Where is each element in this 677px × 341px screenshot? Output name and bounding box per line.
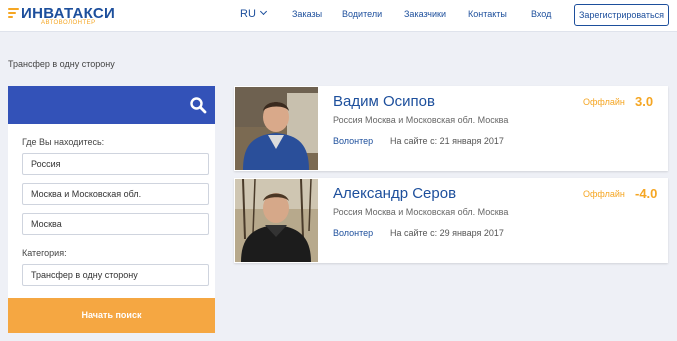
search-bar — [8, 86, 215, 124]
nav-customers[interactable]: Заказчики — [404, 9, 446, 19]
driver-photo[interactable] — [235, 179, 318, 262]
driver-role: Волонтер — [333, 228, 374, 238]
region-field[interactable]: Москва и Московская обл. — [22, 183, 209, 205]
nav-contacts[interactable]: Контакты — [468, 9, 507, 19]
member-since: На сайте с: 21 января 2017 — [390, 136, 504, 146]
logo-subtitle: АВТОВОЛОНТЕР — [41, 20, 96, 26]
online-status: Оффлайн — [583, 97, 625, 107]
category-label: Категория: — [22, 248, 67, 258]
driver-card[interactable]: Вадим Осипов Оффлайн 3.0 Россия Москва и… — [234, 86, 668, 171]
driver-photo[interactable] — [235, 87, 318, 170]
driver-card[interactable]: Александр Серов Оффлайн -4.0 Россия Моск… — [234, 178, 668, 263]
search-sidebar: Где Вы находитесь: Россия Москва и Моско… — [8, 86, 215, 333]
language-selector[interactable]: RU — [240, 7, 267, 20]
driver-location: Россия Москва и Московская обл. Москва — [333, 207, 509, 217]
nav-orders[interactable]: Заказы — [292, 9, 322, 19]
nav-login[interactable]: Вход — [531, 9, 551, 19]
driver-rating: -4.0 — [635, 186, 658, 201]
category-select[interactable]: Трансфер в одну сторону — [22, 264, 209, 286]
site-logo[interactable]: ИНВАТАКСИ АВТОВОЛОНТЕР — [8, 3, 128, 27]
language-code: RU — [240, 8, 256, 20]
nav-drivers[interactable]: Водители — [342, 9, 382, 19]
search-icon[interactable] — [189, 96, 207, 114]
driver-location: Россия Москва и Московская обл. Москва — [333, 115, 509, 125]
driver-role: Волонтер — [333, 136, 374, 146]
logo-stripes-icon — [8, 8, 19, 20]
site-header: ИНВАТАКСИ АВТОВОЛОНТЕР RU Заказы Водител… — [0, 0, 677, 32]
driver-rating: 3.0 — [635, 94, 654, 109]
chevron-down-icon — [259, 7, 267, 16]
member-since: На сайте с: 29 января 2017 — [390, 228, 504, 238]
location-label: Где Вы находитесь: — [22, 137, 105, 147]
city-field[interactable]: Москва — [22, 213, 209, 235]
start-search-button[interactable]: Начать поиск — [8, 298, 215, 333]
driver-name[interactable]: Вадим Осипов — [333, 93, 435, 110]
country-field[interactable]: Россия — [22, 153, 209, 175]
online-status: Оффлайн — [583, 189, 625, 199]
page-title: Трансфер в одну сторону — [8, 59, 115, 69]
register-button[interactable]: Зарегистрироваться — [574, 4, 669, 26]
driver-name[interactable]: Александр Серов — [333, 185, 456, 202]
